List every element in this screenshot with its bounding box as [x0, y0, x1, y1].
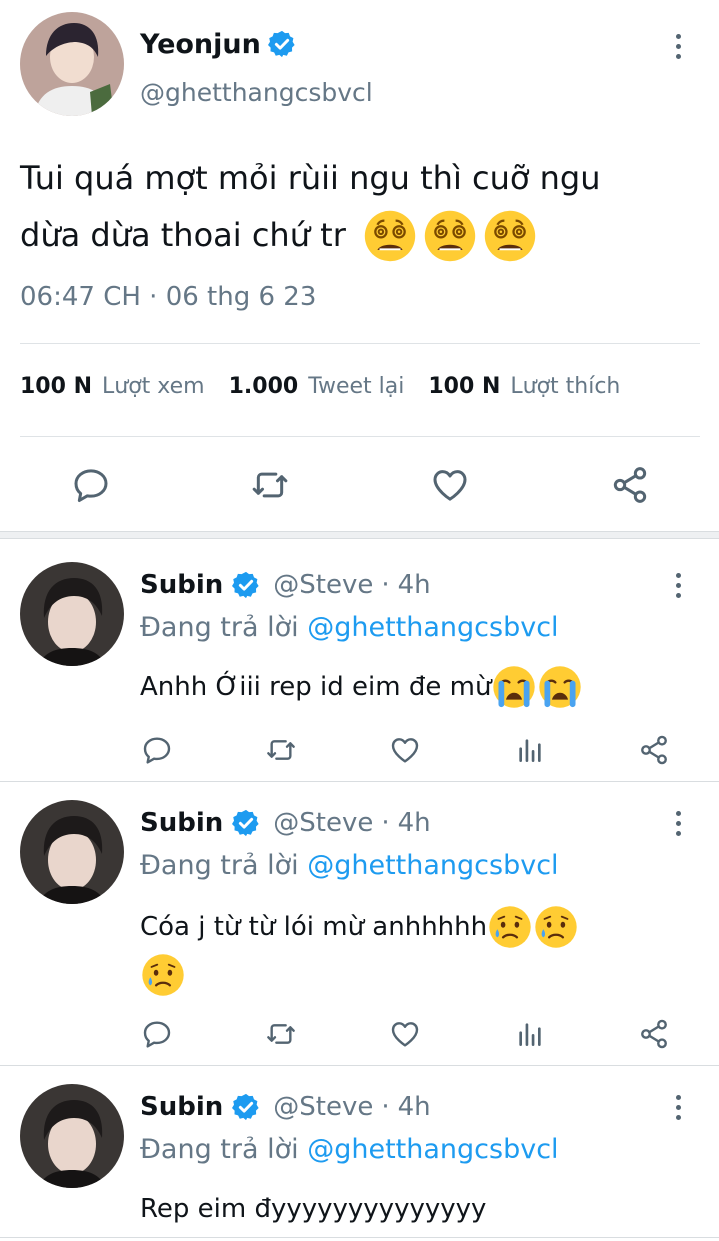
replying-to-line: Đang trả lời @ghetthangcsbvcl — [140, 612, 559, 643]
more-options-icon[interactable] — [674, 1095, 682, 1120]
author-avatar-image — [20, 12, 124, 116]
share-button[interactable] — [638, 734, 670, 766]
replying-to-line: Đang trả lời @ghetthangcsbvcl — [140, 850, 559, 881]
retweet-button[interactable] — [265, 1018, 297, 1050]
views-button[interactable] — [514, 1018, 546, 1050]
views-count: 100 N — [20, 374, 92, 399]
sad-but-relieved-face-emoji — [140, 952, 186, 998]
replying-to-mention[interactable]: @ghetthangcsbvcl — [307, 850, 558, 881]
views-label: Lượt xem — [102, 374, 205, 399]
tired-face-emoji — [362, 208, 418, 264]
share-icon — [638, 734, 670, 766]
like-button[interactable] — [389, 1018, 421, 1050]
share-button[interactable] — [610, 465, 650, 505]
tired-face-emoji — [482, 208, 538, 264]
replying-prefix: Đang trả lời — [140, 1134, 299, 1165]
verified-badge-icon — [267, 29, 297, 59]
like-button[interactable] — [430, 465, 470, 505]
reply-avatar-image — [20, 562, 124, 666]
replying-prefix: Đang trả lời — [140, 850, 299, 881]
reply-text: Anhh Ớiii rep id eim đe mừ — [140, 672, 492, 702]
likes-label[interactable]: Lượt thích — [510, 374, 620, 399]
reply-button[interactable] — [71, 465, 111, 505]
reply-icon — [71, 465, 111, 505]
retweet-icon — [265, 1018, 297, 1050]
dot-separator: · — [381, 570, 390, 600]
verified-badge-icon — [231, 1092, 261, 1122]
like-icon — [389, 1018, 421, 1050]
tweet-text: Tui quá mợt mỏi rùii ngu thì cuỡ ngu dừa… — [20, 150, 710, 264]
sad-but-relieved-face-emoji — [487, 904, 533, 950]
replying-to-mention[interactable]: @ghetthangcsbvcl — [307, 612, 558, 643]
like-icon — [389, 734, 421, 766]
replying-to-mention[interactable]: @ghetthangcsbvcl — [307, 1134, 558, 1165]
reply-time[interactable]: 4h — [398, 570, 431, 600]
views-icon — [514, 1018, 546, 1050]
like-button[interactable] — [389, 734, 421, 766]
reply-handle[interactable]: @Steve — [273, 1092, 373, 1122]
tweet-timestamp[interactable]: 06:47 CH · 06 thg 6 23 — [20, 282, 316, 312]
retweet-button[interactable] — [250, 465, 290, 505]
share-icon — [638, 1018, 670, 1050]
reply-text: Rep eim đyyyyyyyyyyyyyy — [140, 1194, 487, 1224]
tweet-stats: 100 N Lượt xem 1.000 Tweet lại 100 N Lượ… — [20, 374, 620, 399]
reply-text-row: Anhh Ớiii rep id eim đe mừ — [140, 664, 583, 710]
reply-button[interactable] — [141, 734, 173, 766]
more-options-icon[interactable] — [674, 34, 682, 59]
reply-avatar-image — [20, 1084, 124, 1188]
reply-author-name[interactable]: Subin — [140, 570, 223, 600]
share-icon — [610, 465, 650, 505]
reply-handle[interactable]: @Steve — [273, 570, 373, 600]
reply-author-name[interactable]: Subin — [140, 808, 223, 838]
reply-time[interactable]: 4h — [398, 1092, 431, 1122]
more-options-icon[interactable] — [674, 811, 682, 836]
sad-but-relieved-face-emoji — [533, 904, 579, 950]
author-avatar[interactable] — [20, 12, 124, 116]
retweet-icon — [250, 465, 290, 505]
reply-text-row: Cóa j từ từ lói mừ anhhhhh — [140, 904, 700, 998]
reply-avatar[interactable] — [20, 800, 124, 904]
tweet-text-line-2: dừa dừa thoai chứ tr — [20, 216, 346, 254]
likes-count[interactable]: 100 N — [428, 374, 500, 399]
more-options-icon[interactable] — [674, 573, 682, 598]
reply-avatar-image — [20, 800, 124, 904]
tweet-text-line-1: Tui quá mợt mỏi rùii ngu thì cuỡ ngu — [20, 159, 601, 197]
loudly-crying-face-emoji — [491, 664, 537, 710]
reply-button[interactable] — [141, 1018, 173, 1050]
reply-handle[interactable]: @Steve — [273, 808, 373, 838]
retweets-label[interactable]: Tweet lại — [308, 374, 404, 399]
retweets-count[interactable]: 1.000 — [229, 374, 299, 399]
views-button[interactable] — [514, 734, 546, 766]
reply-avatar[interactable] — [20, 562, 124, 666]
replying-to-line: Đang trả lời @ghetthangcsbvcl — [140, 1134, 559, 1165]
replying-prefix: Đang trả lời — [140, 612, 299, 643]
reply-icon — [141, 734, 173, 766]
author-handle[interactable]: @ghetthangcsbvcl — [140, 78, 373, 107]
views-icon — [514, 734, 546, 766]
reply-icon — [141, 1018, 173, 1050]
retweet-icon — [265, 734, 297, 766]
like-icon — [430, 465, 470, 505]
verified-badge-icon — [231, 808, 261, 838]
reply-time[interactable]: 4h — [398, 808, 431, 838]
author-name[interactable]: Yeonjun — [140, 29, 261, 60]
reply-author-name[interactable]: Subin — [140, 1092, 223, 1122]
retweet-button[interactable] — [265, 734, 297, 766]
tired-face-emoji — [422, 208, 478, 264]
dot-separator: · — [381, 808, 390, 838]
verified-badge-icon — [231, 570, 261, 600]
share-button[interactable] — [638, 1018, 670, 1050]
dot-separator: · — [381, 1092, 390, 1122]
loudly-crying-face-emoji — [537, 664, 583, 710]
reply-avatar[interactable] — [20, 1084, 124, 1188]
reply-text: Cóa j từ từ lói mừ anhhhhh — [140, 912, 488, 942]
